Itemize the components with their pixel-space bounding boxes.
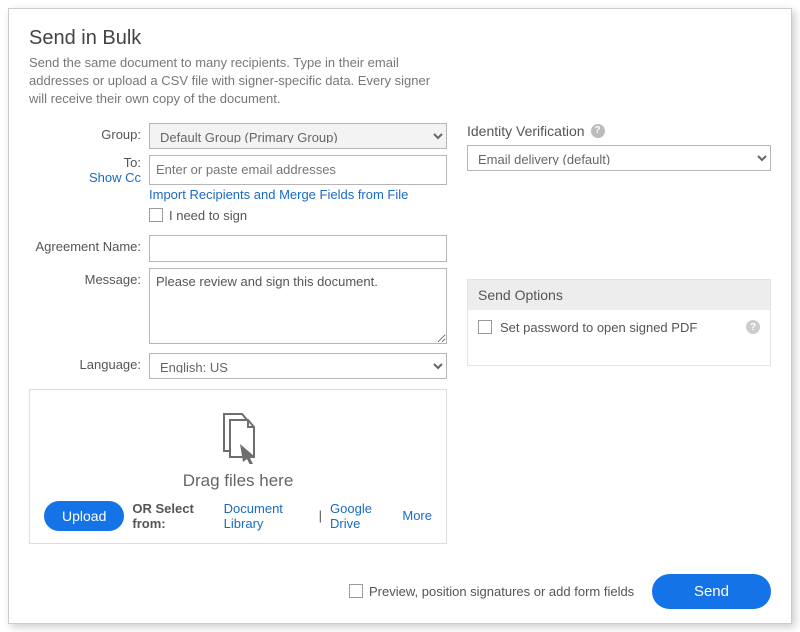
need-sign-checkbox[interactable] xyxy=(149,208,163,222)
preview-checkbox[interactable] xyxy=(349,584,363,598)
need-sign-label: I need to sign xyxy=(169,208,247,223)
files-icon xyxy=(210,408,266,467)
help-icon[interactable]: ? xyxy=(591,124,605,138)
or-select-label: OR Select from: xyxy=(132,501,215,531)
pdf-password-checkbox[interactable] xyxy=(478,320,492,334)
send-options-panel: Send Options Set password to open signed… xyxy=(467,279,771,366)
preview-label: Preview, position signatures or add form… xyxy=(369,584,634,599)
separator: | xyxy=(319,508,322,523)
message-textarea[interactable] xyxy=(149,268,447,344)
agreement-label: Agreement Name: xyxy=(29,235,149,254)
right-column: Identity Verification ? Email delivery (… xyxy=(467,123,771,544)
help-icon[interactable]: ? xyxy=(746,320,760,334)
to-input[interactable] xyxy=(149,155,447,185)
language-label: Language: xyxy=(29,353,149,372)
more-link[interactable]: More xyxy=(402,508,432,523)
page-subtitle: Send the same document to many recipient… xyxy=(29,54,449,109)
pdf-password-label: Set password to open signed PDF xyxy=(500,320,697,335)
page-title: Send in Bulk xyxy=(29,27,771,50)
left-column: Group: Default Group (Primary Group) To:… xyxy=(29,123,447,544)
identity-verification-label: Identity Verification xyxy=(467,123,585,139)
send-bulk-page: Send in Bulk Send the same document to m… xyxy=(8,8,792,624)
import-recipients-link[interactable]: Import Recipients and Merge Fields from … xyxy=(149,187,408,202)
group-label: Group: xyxy=(29,123,149,142)
file-dropzone[interactable]: Drag files here Upload OR Select from: D… xyxy=(29,389,447,544)
message-label: Message: xyxy=(29,268,149,287)
send-options-header: Send Options xyxy=(468,280,770,310)
send-button[interactable]: Send xyxy=(652,574,771,609)
language-select[interactable]: English: US xyxy=(149,353,447,379)
identity-verification-select[interactable]: Email delivery (default) xyxy=(467,145,771,171)
show-cc-link[interactable]: Show Cc xyxy=(89,170,141,185)
document-library-link[interactable]: Document Library xyxy=(224,501,311,531)
upload-button[interactable]: Upload xyxy=(44,501,124,531)
drag-files-label: Drag files here xyxy=(44,471,432,491)
google-drive-link[interactable]: Google Drive xyxy=(330,501,394,531)
to-label: To: xyxy=(124,155,141,170)
group-select[interactable]: Default Group (Primary Group) xyxy=(149,123,447,149)
agreement-input[interactable] xyxy=(149,235,447,262)
